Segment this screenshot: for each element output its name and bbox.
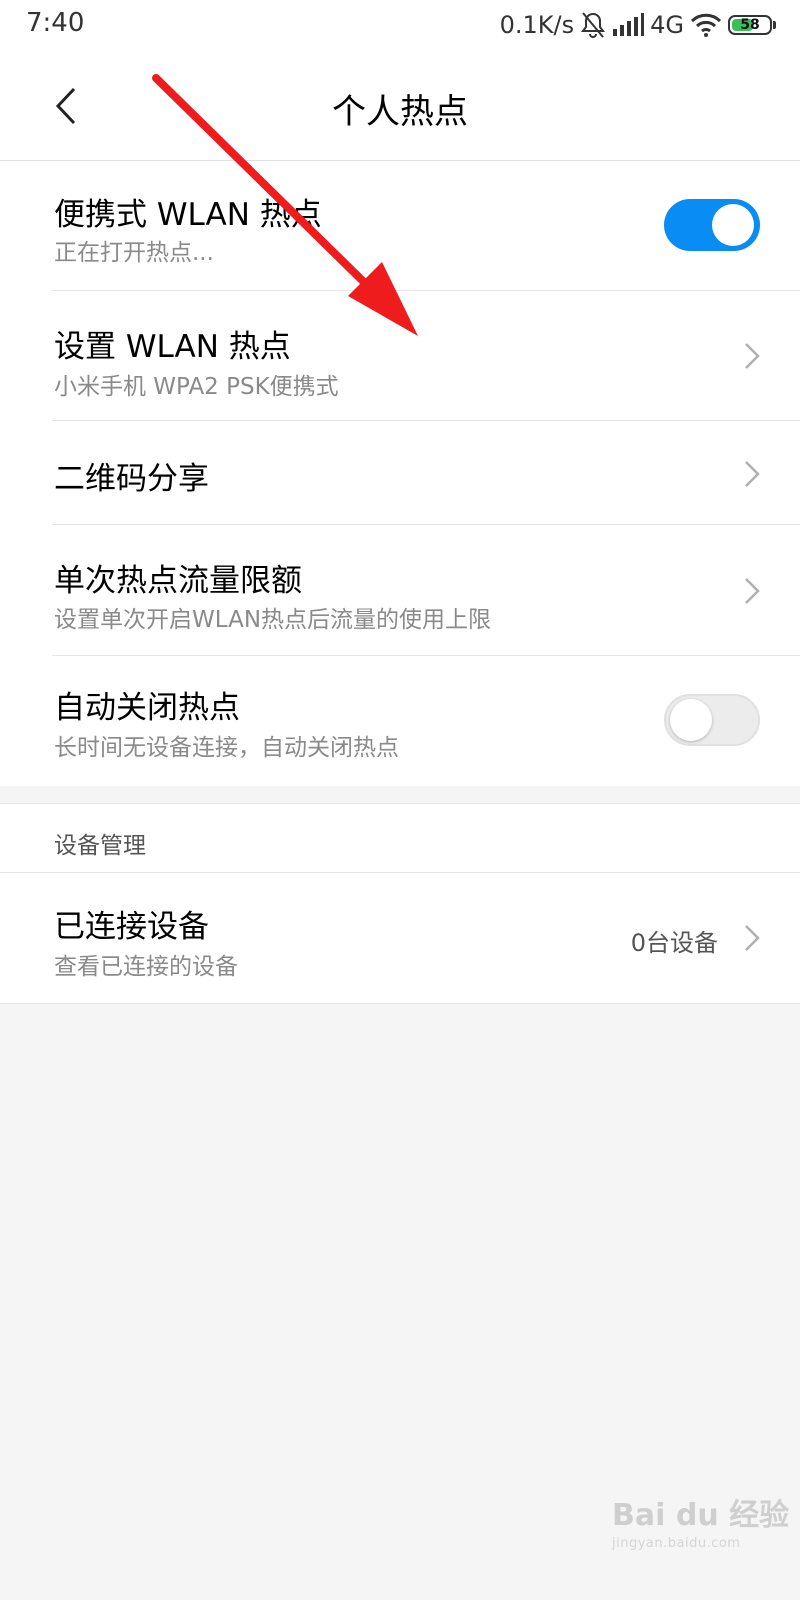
connected-devices-title: 已连接设备 — [54, 909, 209, 945]
watermark-url: jingyan.baidu.com — [612, 1536, 741, 1551]
auto-close-subtitle: 长时间无设备连接，自动关闭热点 — [54, 735, 399, 761]
qr-share-row[interactable]: 二维码分享 — [0, 421, 800, 525]
page-title: 个人热点 — [332, 92, 468, 132]
wifi-icon — [690, 12, 722, 38]
chevron-right-icon — [745, 925, 760, 951]
data-limit-title: 单次热点流量限额 — [54, 563, 302, 599]
chevron-right-icon — [745, 343, 760, 369]
signal-icon — [612, 13, 645, 37]
section-label: 设备管理 — [54, 833, 146, 859]
connected-devices-subtitle: 查看已连接的设备 — [54, 954, 238, 980]
hotspot-settings-card: 便携式 WLAN 热点 正在打开热点... 设置 WLAN 热点 小米手机 WP… — [0, 161, 800, 786]
nav-bar: 个人热点 — [0, 52, 800, 161]
connected-devices-row[interactable]: 已连接设备 查看已连接的设备 0台设备 — [0, 873, 800, 1003]
portable-hotspot-title: 便携式 WLAN 热点 — [54, 197, 322, 233]
auto-close-row[interactable]: 自动关闭热点 长时间无设备连接，自动关闭热点 — [0, 656, 800, 786]
net-speed: 0.1K/s — [499, 11, 575, 39]
status-bar: 7:40 0.1K/s 4G 58 — [0, 0, 800, 52]
watermark-brand: Bai du 经验 — [612, 1498, 790, 1533]
battery-icon: 58 — [728, 15, 776, 35]
qr-share-title: 二维码分享 — [54, 461, 209, 497]
setup-hotspot-row[interactable]: 设置 WLAN 热点 小米手机 WPA2 PSK便携式 — [0, 291, 800, 421]
portable-hotspot-subtitle: 正在打开热点... — [54, 240, 214, 266]
network-type: 4G — [650, 11, 684, 39]
device-management-card: 已连接设备 查看已连接的设备 0台设备 — [0, 872, 800, 1004]
device-management-header: 设备管理 — [0, 803, 800, 873]
data-limit-row[interactable]: 单次热点流量限额 设置单次开启WLAN热点后流量的使用上限 — [0, 525, 800, 656]
auto-close-title: 自动关闭热点 — [54, 690, 240, 726]
status-time: 7:40 — [26, 8, 85, 38]
data-limit-subtitle: 设置单次开启WLAN热点后流量的使用上限 — [54, 607, 492, 633]
setup-hotspot-subtitle: 小米手机 WPA2 PSK便携式 — [54, 374, 339, 400]
battery-level: 58 — [740, 17, 760, 33]
chevron-right-icon — [745, 461, 760, 487]
setup-hotspot-title: 设置 WLAN 热点 — [54, 329, 291, 365]
status-icons: 0.1K/s 4G 58 — [500, 8, 776, 42]
chevron-right-icon — [745, 578, 760, 604]
auto-close-toggle[interactable] — [664, 694, 760, 746]
baidu-watermark: Bai du 经验 jingyan.baidu.com — [612, 1490, 789, 1551]
bell-off-icon — [580, 11, 606, 39]
connected-devices-count: 0台设备 — [630, 929, 718, 957]
portable-hotspot-row[interactable]: 便携式 WLAN 热点 正在打开热点... — [0, 161, 800, 291]
portable-hotspot-toggle[interactable] — [664, 199, 760, 251]
